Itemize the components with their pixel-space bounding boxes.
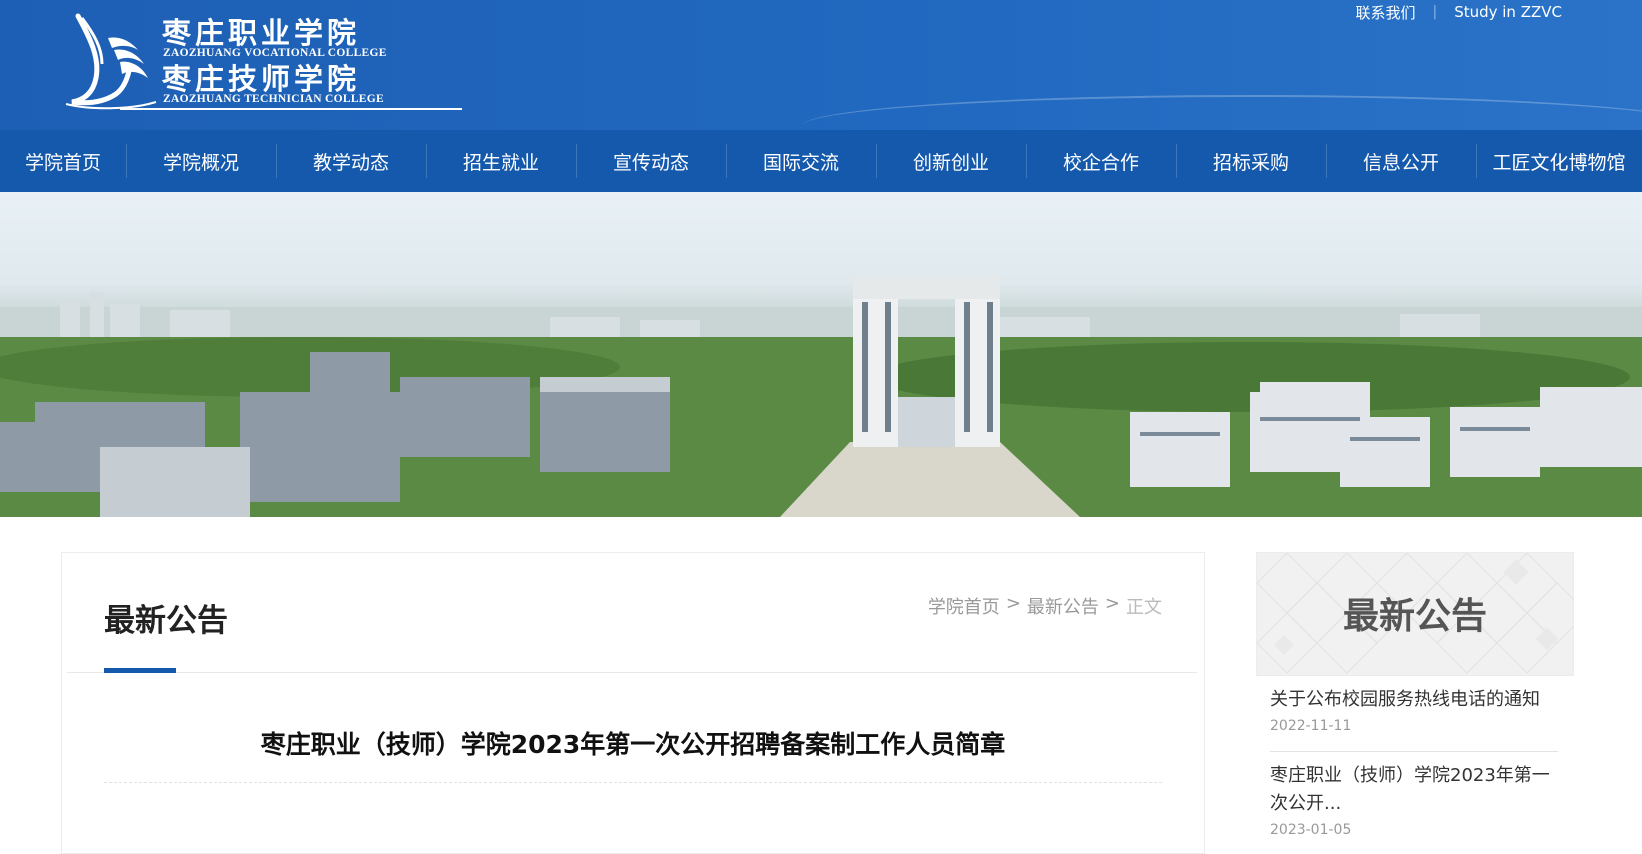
site-logo[interactable]: 枣庄职业学院 ZAOZHUANG VOCATIONAL COLLEGE 枣庄技师… [60, 8, 462, 112]
nav-item-overview[interactable]: 学院概况 [126, 130, 276, 192]
contact-us-link[interactable]: 联系我们 [1355, 2, 1415, 23]
top-links: 联系我们 | Study in ZZVC [1355, 0, 1562, 24]
section-title: 最新公告 [104, 603, 228, 639]
news-item-date: 2022-11-11 [1270, 717, 1352, 734]
nav-item-procurement[interactable]: 招标采购 [1176, 130, 1326, 192]
nav-item-publicity[interactable]: 宣传动态 [576, 130, 726, 192]
logo-name-cn-technician: 枣庄技师学院 [162, 62, 361, 96]
breadcrumb-home-link[interactable]: 学院首页 [928, 593, 1000, 619]
news-item-title[interactable]: 关于公布校园服务热线电话的通知 [1270, 686, 1558, 714]
breadcrumb-section-link[interactable]: 最新公告 [1027, 593, 1099, 619]
site-header: 枣庄职业学院 ZAOZHUANG VOCATIONAL COLLEGE 枣庄技师… [0, 0, 1642, 130]
nav-item-cooperation[interactable]: 校企合作 [1026, 130, 1176, 192]
breadcrumb-separator: > [1104, 593, 1120, 614]
news-separator [1270, 751, 1558, 752]
campus-aerial-illustration [0, 277, 1642, 517]
nav-item-disclosure[interactable]: 信息公开 [1326, 130, 1476, 192]
main-nav: 学院首页 学院概况 教学动态 招生就业 宣传动态 国际交流 创新创业 校企合作 … [0, 130, 1642, 192]
nav-item-teaching[interactable]: 教学动态 [276, 130, 426, 192]
section-divider [67, 672, 1197, 673]
news-item-title[interactable]: 枣庄职业（技师）学院2023年第一次公开... [1270, 762, 1558, 818]
campus-banner-image [0, 192, 1642, 517]
sidebar-header: 最新公告 [1256, 552, 1574, 676]
breadcrumb: 学院首页 > 最新公告 > 正文 [928, 593, 1162, 619]
sidebar-title: 最新公告 [1342, 596, 1487, 637]
nav-item-museum[interactable]: 工匠文化博物馆 [1476, 130, 1642, 192]
article-title: 枣庄职业（技师）学院2023年第一次公开招聘备案制工作人员简章 [260, 730, 1006, 759]
breadcrumb-separator: > [1005, 593, 1021, 614]
article-title-divider [104, 782, 1162, 783]
header-swoosh-decoration [802, 95, 1642, 130]
logo-name-cn-vocational: 枣庄职业学院 [162, 16, 361, 50]
news-item[interactable]: 枣庄职业（技师）学院2023年第一次公开... 2023-01-05 [1270, 762, 1558, 838]
nav-item-home[interactable]: 学院首页 [0, 130, 126, 192]
latest-notices-sidebar: 最新公告 关于公布校园服务热线电话的通知 2022-11-11 枣庄职业（技师）… [1256, 552, 1574, 852]
study-in-zzvc-link[interactable]: Study in ZZVC [1454, 3, 1562, 21]
breadcrumb-current: 正文 [1126, 597, 1162, 618]
news-item-date: 2023-01-05 [1270, 821, 1352, 838]
article-panel: 最新公告 学院首页 > 最新公告 > 正文 枣庄职业（技师）学院2023年第一次… [61, 552, 1205, 854]
logo-underline [120, 108, 462, 110]
nav-item-international[interactable]: 国际交流 [726, 130, 876, 192]
nav-item-innovation[interactable]: 创新创业 [876, 130, 1026, 192]
news-item[interactable]: 关于公布校园服务热线电话的通知 2022-11-11 [1270, 686, 1558, 734]
logo-emblem-icon [65, 13, 157, 110]
top-links-separator: | [1432, 4, 1438, 20]
nav-item-admissions[interactable]: 招生就业 [426, 130, 576, 192]
section-title-accent-bar [104, 668, 176, 673]
logo-name-en-technician: ZAOZHUANG TECHNICIAN COLLEGE [163, 93, 384, 105]
